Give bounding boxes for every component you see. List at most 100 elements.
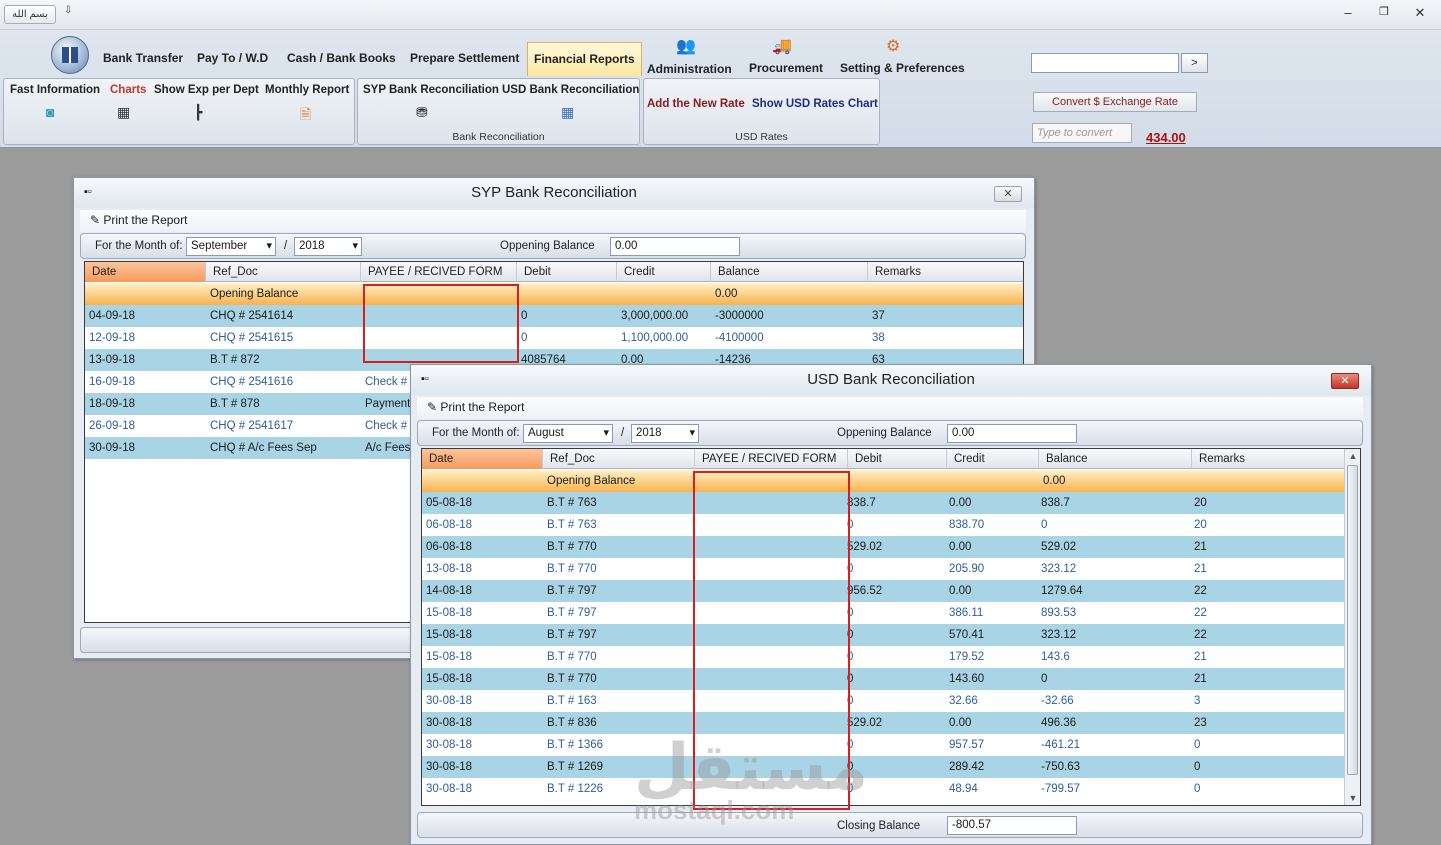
close-window-button[interactable]: ✕ (1331, 373, 1359, 389)
table-row[interactable]: 30-08-18 B.T # 1226 0 48.94 -799.57 0 (422, 778, 1346, 800)
syp-bank-reconciliation-button[interactable]: SYP Bank Reconciliation (363, 84, 499, 96)
restore-button[interactable]: ❐ (1374, 5, 1394, 18)
cell-date: 13-08-18 (426, 563, 473, 575)
close-window-button[interactable]: ✕ (994, 186, 1022, 202)
table-row[interactable]: 30-08-18 B.T # 1269 0 289.42 -750.63 0 (422, 756, 1346, 778)
table-row[interactable]: 14-08-18 B.T # 797 956.52 0.00 1279.64 22 (422, 580, 1346, 602)
convert-input[interactable]: Type to convert (1032, 123, 1132, 143)
tab-settings[interactable]: Setting & Preferences (840, 61, 965, 75)
opening-row[interactable]: Opening Balance 0.00 (422, 470, 1346, 492)
quick-access-button[interactable]: بسم الله (4, 5, 56, 24)
title-bar: بسم الله ⇩ – ❐ ✕ (0, 0, 1441, 30)
cell-balance: -750.63 (1041, 761, 1081, 773)
scroll-up-icon[interactable]: ▲ (1345, 451, 1360, 461)
table-row[interactable]: 04-09-18 CHQ # 2541614 0 3,000,000.00 -30000… (85, 305, 1023, 327)
app-menu-orb[interactable] (51, 36, 89, 74)
month-select[interactable]: September ▾ (186, 237, 276, 256)
show-usd-rates-chart-button[interactable]: Show USD Rates Chart (752, 98, 878, 110)
scroll-thumb[interactable] (1347, 465, 1358, 775)
col-date[interactable]: Date (85, 262, 206, 282)
col-date[interactable]: Date (422, 449, 543, 469)
opening-row[interactable]: Opening Balance 0.00 (85, 283, 1023, 305)
usd-rates-group-label: USD Rates (735, 131, 788, 143)
table-row[interactable]: 30-08-18 B.T # 163 0 32.66 -32.66 3 (422, 690, 1346, 712)
cell-credit: 48.94 (949, 783, 978, 795)
cell-debit: 0 (847, 629, 854, 641)
fast-information-button[interactable]: Fast Information (10, 84, 100, 96)
col-payee[interactable]: PAYEE / RECIVED FORM (361, 262, 517, 282)
table-row[interactable]: 06-08-18 B.T # 763 0 838.70 0 20 (422, 514, 1346, 536)
usd-reconcile-icon: ▦ (561, 104, 575, 120)
cell-ref: B.T # 1269 (547, 761, 604, 773)
cell-date: 04-09-18 (89, 310, 136, 322)
quick-access-dropdown-icon[interactable]: ⇩ (64, 5, 72, 16)
cell-debit: 0 (847, 651, 854, 663)
cell-ref: Opening Balance (210, 288, 299, 300)
col-debit[interactable]: Debit (848, 449, 947, 469)
convert-exchange-rate-button[interactable]: Convert $ Exchange Rate (1033, 92, 1197, 112)
table-row[interactable]: 15-08-18 B.T # 770 0 179.52 143.6 21 (422, 646, 1346, 668)
col-credit[interactable]: Credit (617, 262, 711, 282)
month-select[interactable]: August ▾ (523, 424, 613, 443)
col-remarks[interactable]: Remarks (868, 262, 1023, 282)
windows-logo-icon (62, 47, 78, 63)
opening-balance-label: Oppening Balance (837, 427, 932, 439)
vertical-scrollbar[interactable]: ▲ ▼ (1344, 449, 1360, 805)
tab-financial-reports[interactable]: Financial Reports (527, 42, 642, 76)
tab-administration[interactable]: Administration (647, 62, 732, 76)
table-row[interactable]: 30-08-18 B.T # 836 529.02 0.00 496.36 23 (422, 712, 1346, 734)
close-button[interactable]: ✕ (1410, 5, 1430, 21)
table-row[interactable]: 30-08-18 B.T # 1366 0 957.57 -461.21 0 (422, 734, 1346, 756)
print-report-button[interactable]: ✎ Print the Report (427, 400, 524, 414)
tab-prepare-settlement[interactable]: Prepare Settlement (410, 51, 519, 65)
cell-date: 15-08-18 (426, 651, 473, 663)
minimize-button[interactable]: – (1338, 5, 1358, 20)
exchange-rate-value[interactable]: 434.00 (1146, 130, 1186, 145)
scroll-down-icon[interactable]: ▼ (1345, 793, 1360, 803)
col-ref-doc[interactable]: Ref_Doc (543, 449, 695, 469)
search-input[interactable] (1031, 53, 1179, 73)
col-ref-doc[interactable]: Ref_Doc (206, 262, 361, 282)
tab-pay-to[interactable]: Pay To / W.D (197, 51, 268, 65)
tab-bank-transfer[interactable]: Bank Transfer (103, 51, 183, 65)
cell-balance: 0 (1041, 519, 1048, 531)
closing-balance-field[interactable]: -800.57 (947, 816, 1077, 835)
month-label: For the Month of: (432, 427, 520, 439)
opening-balance-field[interactable]: 0.00 (947, 424, 1077, 443)
col-debit[interactable]: Debit (517, 262, 617, 282)
cell-date: 14-08-18 (426, 585, 473, 597)
search-go-button[interactable]: > (1181, 53, 1208, 73)
cell-debit: 0 (847, 673, 854, 685)
year-select[interactable]: 2018 ▾ (631, 424, 699, 443)
fast-info-icon: ◙ (46, 104, 55, 120)
cell-ref: Opening Balance (547, 475, 636, 487)
table-row[interactable]: 15-08-18 B.T # 797 0 386.11 893.53 22 (422, 602, 1346, 624)
table-row[interactable]: 15-08-18 B.T # 797 0 570.41 323.12 22 (422, 624, 1346, 646)
table-row[interactable]: 05-08-18 B.T # 763 838.7 0.00 838.7 20 (422, 492, 1346, 514)
usd-bank-reconciliation-button[interactable]: USD Bank Reconciliation (502, 84, 639, 96)
cell-credit: 32.66 (949, 695, 978, 707)
col-remarks[interactable]: Remarks (1192, 449, 1346, 469)
show-exp-per-dept-button[interactable]: Show Exp per Dept (154, 84, 259, 96)
add-new-rate-button[interactable]: Add the New Rate (647, 98, 745, 110)
col-balance[interactable]: Balance (1039, 449, 1192, 469)
cell-ref: B.T # 763 (547, 497, 597, 509)
table-row[interactable]: 06-08-18 B.T # 770 529.02 0.00 529.02 21 (422, 536, 1346, 558)
table-row[interactable]: 15-08-18 B.T # 770 0 143.60 0 21 (422, 668, 1346, 690)
year-select[interactable]: 2018 ▾ (294, 237, 362, 256)
col-balance[interactable]: Balance (711, 262, 868, 282)
cell-remarks: 3 (1194, 695, 1201, 707)
report-add-icon: 🗎 (300, 106, 312, 122)
cell-remarks: 21 (1194, 673, 1207, 685)
charts-button[interactable]: Charts (110, 84, 146, 96)
cell-debit: 838.7 (847, 497, 876, 509)
tab-procurement[interactable]: Procurement (749, 61, 823, 75)
tab-cash-bank-books[interactable]: Cash / Bank Books (287, 51, 396, 65)
opening-balance-field[interactable]: 0.00 (610, 237, 740, 256)
monthly-report-button[interactable]: Monthly Report (265, 84, 349, 96)
table-row[interactable]: 13-08-18 B.T # 770 0 205.90 323.12 21 (422, 558, 1346, 580)
print-report-button[interactable]: ✎ Print the Report (90, 213, 187, 227)
table-row[interactable]: 12-09-18 CHQ # 2541615 0 1,100,000.00 -41000… (85, 327, 1023, 349)
col-credit[interactable]: Credit (947, 449, 1039, 469)
col-payee[interactable]: PAYEE / RECIVED FORM (695, 449, 848, 469)
